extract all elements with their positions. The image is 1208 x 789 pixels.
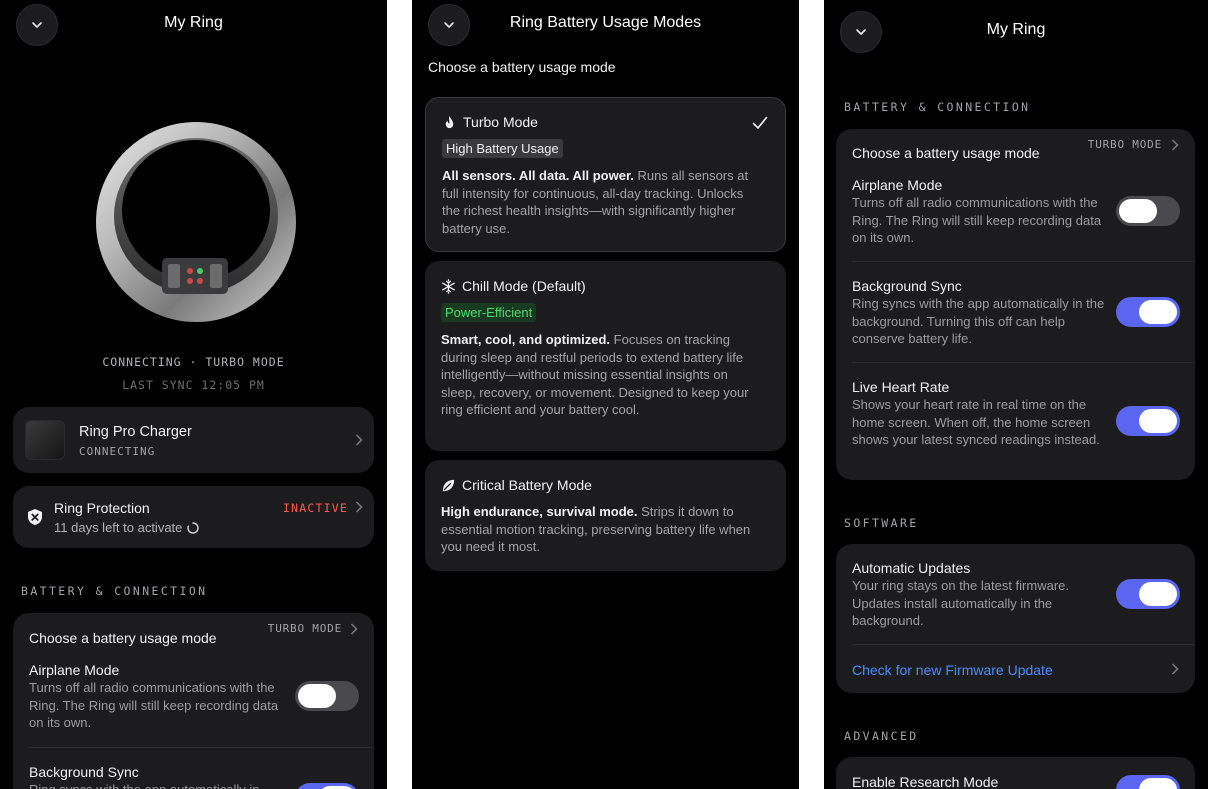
live-heart-rate-desc: Shows your heart rate in real time on th… [852, 397, 1100, 447]
chevron-right-icon [355, 434, 363, 446]
airplane-mode-toggle[interactable] [1116, 196, 1180, 226]
live-heart-rate-title: Live Heart Rate [852, 379, 950, 395]
turbo-mode-description: All sensors. All data. All power. Runs a… [442, 167, 760, 237]
automatic-updates-title: Automatic Updates [852, 560, 971, 576]
protection-subtitle: 11 days left to activate [54, 520, 183, 535]
power-efficient-badge: Power-Efficient [441, 303, 537, 322]
chill-mode-title-row: Chill Mode (Default) [441, 278, 586, 294]
background-sync-desc: Ring syncs with the app automatically in [29, 781, 291, 789]
battery-mode-value: TURBO MODE [1087, 138, 1162, 151]
background-sync-desc: Ring syncs with the app automatically in… [852, 296, 1105, 346]
airplane-mode-title: Airplane Mode [29, 662, 120, 678]
ring-protection-card[interactable]: Ring Protection 11 days left to activate… [13, 486, 374, 548]
row-divider [29, 747, 374, 748]
toggle-knob [1139, 582, 1177, 606]
toggle-knob [1139, 778, 1177, 789]
page-subtitle: Choose a battery usage mode [428, 59, 616, 75]
battery-mode-value: TURBO MODE [267, 622, 342, 635]
background-sync-title: Background Sync [852, 278, 962, 294]
checkmark-icon [752, 116, 768, 129]
connection-status: CONNECTING · TURBO MODE [102, 355, 285, 369]
last-sync-time: LAST SYNC 12:05 PM [122, 378, 265, 392]
page-title: Ring Battery Usage Modes [509, 14, 702, 31]
software-card: Automatic Updates Your ring stays on the… [836, 544, 1195, 693]
chevron-right-icon [1171, 663, 1179, 675]
protection-subtitle-row: 11 days left to activate [54, 520, 200, 535]
battery-mode-row[interactable]: Choose a battery usage mode TURBO MODE [836, 129, 1195, 165]
section-software: SOFTWARE [844, 516, 919, 530]
page-title: My Ring [164, 14, 223, 31]
automatic-updates-desc: Your ring stays on the latest firmware. … [852, 578, 1070, 628]
section-battery-connection: BATTERY & CONNECTION [21, 584, 208, 598]
airplane-mode-desc: Turns off all radio communications with … [29, 680, 279, 730]
chill-mode-lead: Smart, cool, and optimized. [441, 332, 611, 347]
background-sync-toggle[interactable] [1116, 297, 1180, 327]
protection-status-badge: INACTIVE [283, 501, 348, 515]
charger-card[interactable]: Ring Pro Charger CONNECTING [13, 407, 374, 473]
chill-mode-title: Chill Mode (Default) [462, 278, 586, 294]
airplane-mode-toggle[interactable] [295, 681, 359, 711]
row-divider [852, 261, 1195, 262]
firmware-update-link[interactable]: Check for new Firmware Update [836, 645, 1195, 693]
critical-battery-mode-option[interactable]: Critical Battery Mode High endurance, su… [425, 460, 786, 571]
automatic-updates-toggle[interactable] [1116, 579, 1180, 609]
screen-my-ring-overview: My Ring CONNECTING · TURBO MODE LAST SYN… [0, 0, 387, 789]
toggle-knob [1139, 300, 1177, 324]
critical-mode-description: High endurance, survival mode. Strips it… [441, 503, 759, 556]
background-sync-toggle[interactable] [295, 783, 359, 789]
critical-mode-lead: High endurance, survival mode. [441, 504, 638, 519]
critical-mode-title: Critical Battery Mode [462, 477, 592, 493]
advanced-card: Enable Research Mode [836, 757, 1195, 789]
row-divider [852, 362, 1195, 363]
screen-battery-usage-modes: Ring Battery Usage Modes Choose a batter… [412, 0, 799, 789]
research-mode-title: Enable Research Mode [852, 774, 999, 789]
battery-connection-card: Choose a battery usage mode TURBO MODE A… [836, 129, 1195, 480]
snowflake-icon [442, 278, 455, 294]
flame-icon [445, 115, 454, 128]
battery-mode-label: Choose a battery usage mode [852, 145, 1040, 161]
chill-mode-description: Smart, cool, and optimized. Focuses on t… [441, 331, 759, 419]
toggle-knob [298, 684, 336, 708]
battery-connection-card: Choose a battery usage mode TURBO MODE A… [13, 613, 374, 789]
loading-spinner-icon [187, 521, 200, 534]
shield-x-icon [28, 509, 42, 525]
high-battery-usage-badge: High Battery Usage [442, 139, 563, 158]
charger-status: CONNECTING [79, 445, 156, 458]
research-mode-toggle[interactable] [1116, 775, 1180, 789]
chill-mode-option[interactable]: Chill Mode (Default) Power-Efficient Sma… [425, 261, 786, 451]
toggle-knob [1139, 409, 1177, 433]
page-title: My Ring [986, 21, 1046, 38]
section-advanced: ADVANCED [844, 729, 919, 743]
battery-mode-row[interactable]: Choose a battery usage mode TURBO MODE [13, 613, 374, 653]
turbo-mode-title-row: Turbo Mode [442, 114, 538, 130]
critical-mode-title-row: Critical Battery Mode [441, 477, 592, 493]
charger-thumbnail [25, 420, 65, 460]
chevron-right-icon [1171, 139, 1179, 151]
leaf-icon [442, 479, 455, 491]
firmware-update-label: Check for new Firmware Update [852, 662, 1053, 678]
turbo-mode-lead: All sensors. All data. All power. [442, 168, 634, 183]
airplane-mode-title: Airplane Mode [852, 177, 943, 193]
turbo-mode-title: Turbo Mode [463, 114, 538, 130]
toggle-knob [1119, 199, 1157, 223]
battery-mode-label: Choose a battery usage mode [29, 630, 217, 646]
background-sync-title: Background Sync [29, 764, 139, 780]
screen-my-ring-settings: My Ring BATTERY & CONNECTION Choose a ba… [824, 0, 1208, 789]
chevron-right-icon [350, 623, 358, 635]
turbo-mode-option[interactable]: Turbo Mode High Battery Usage All sensor… [425, 97, 786, 252]
protection-title: Ring Protection [54, 500, 150, 516]
ring-image [96, 122, 296, 322]
section-battery-connection: BATTERY & CONNECTION [844, 100, 1031, 114]
live-heart-rate-toggle[interactable] [1116, 406, 1180, 436]
airplane-mode-desc: Turns off all radio communications with … [852, 195, 1102, 245]
charger-name: Ring Pro Charger [79, 424, 192, 440]
chevron-right-icon [355, 501, 363, 513]
